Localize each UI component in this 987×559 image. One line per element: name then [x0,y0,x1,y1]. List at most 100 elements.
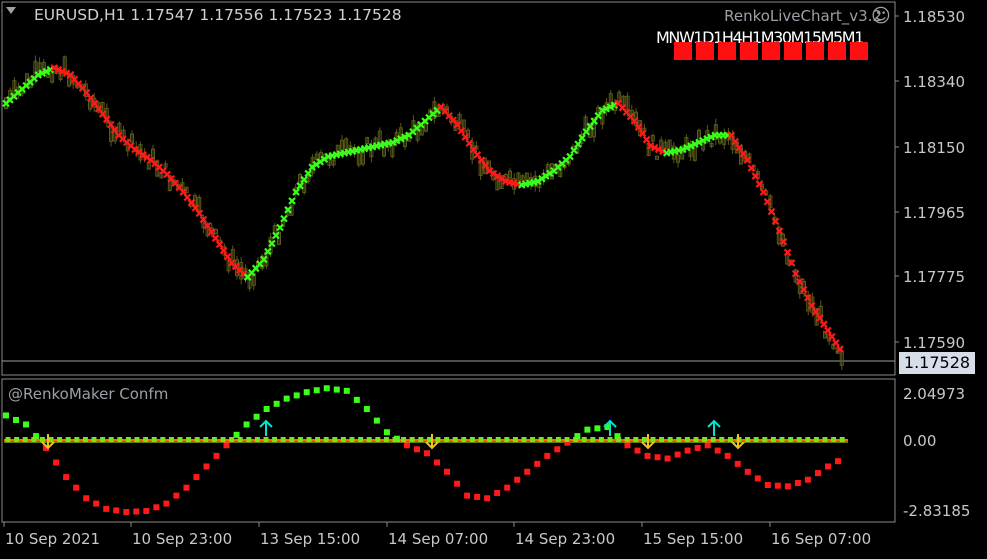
time-label: 10 Sep 2021 [5,530,100,548]
oscillator-point [554,446,561,453]
oscillator-tick: -2.83185 [903,502,970,520]
oscillator-point [133,508,140,515]
zero-level-point [31,437,37,442]
zero-level-point [598,437,604,442]
price-tick: 1.17590 [903,334,965,352]
zero-level-point [392,437,398,442]
renko-marker [465,139,474,148]
time-label: 13 Sep 15:00 [260,530,360,548]
oscillator-point [93,500,100,507]
zero-level-point [607,437,613,442]
oscillator-point [714,447,721,454]
price-tick: 1.18340 [903,73,965,91]
oscillator-point [594,425,601,432]
zero-level-point [297,437,303,442]
price-tick: 1.18530 [903,8,965,26]
zero-level-point [788,437,794,442]
oscillator-point [223,442,230,449]
renko-marker [223,253,232,261]
tf-box-mn [674,42,692,60]
zero-level-point [633,437,639,442]
oscillator-point [794,480,801,487]
zero-level-point [581,437,587,442]
zero-level-point [375,437,381,442]
tf-box-h1 [762,42,780,60]
oscillator-point [253,413,260,420]
zero-level-point [676,437,682,442]
oscillator-point [584,426,591,433]
oscillator-point [193,474,200,481]
oscillator-point [53,459,60,466]
renko-markers-layer [2,64,844,353]
time-label: 14 Sep 23:00 [515,530,615,548]
zero-level-point [667,437,673,442]
zero-level-point [134,437,140,442]
zero-level-point [461,437,467,442]
oscillator-point [524,468,531,475]
zero-level-point [745,437,751,442]
zero-level-point [117,437,123,442]
time-label: 16 Sep 07:00 [771,530,871,548]
zero-level-point [366,437,372,442]
zero-level-point [272,437,278,442]
zero-level-point [469,437,475,442]
oscillator-point [413,446,420,453]
zero-level-point [684,437,690,442]
oscillator-point [544,452,551,459]
oscillator-point [804,476,811,483]
zero-level-point [555,437,561,442]
renko-marker [832,339,840,347]
oscillator-point [243,421,250,428]
oscillator-point [464,492,471,499]
oscillator-tick: 2.04973 [903,385,965,403]
oscillator-point [484,495,491,502]
zero-level-point [246,437,252,442]
zero-level-point [452,437,458,442]
zero-level-point [495,437,501,442]
signal-arrows-layer [41,419,745,450]
chart-stage[interactable]: 1.18530 1.18340 1.18150 1.17965 1.17775 1.175… [0,0,987,555]
oscillator-point [333,386,340,393]
price-axis: 1.18530 1.18340 1.18150 1.17965 1.17775 1.175… [895,8,970,520]
oscillator-point [474,493,481,500]
zero-level-point [143,437,149,442]
oscillator-point [353,396,360,403]
oscillator-point [343,387,350,394]
timeframe-status-boxes [674,42,868,60]
tf-box-w1 [696,42,714,60]
oscillator-point [824,463,831,470]
oscillator-point [83,495,90,502]
renko-marker [820,320,828,328]
zero-level-point [100,437,106,442]
zero-level-point [289,437,295,442]
zero-level-point [435,437,441,442]
tf-box-m30 [784,42,802,60]
zero-level-point [770,437,776,442]
price-tick: 1.17965 [903,204,965,222]
zero-level-point [444,437,450,442]
zero-level-point [521,437,527,442]
zero-level-point [530,437,536,442]
zero-level-point [168,437,174,442]
zero-level-point [796,437,802,442]
renko-marker [211,234,220,242]
oscillator-point [814,470,821,477]
renko-marker [288,197,296,205]
smiley-icon: ☺ [871,5,891,27]
zero-level-point [194,437,200,442]
oscillator-point [694,444,701,451]
zero-level-point [82,437,88,442]
oscillator-point [764,482,771,489]
zero-level-point [349,437,355,442]
zero-level-point [48,437,54,442]
time-label: 10 Sep 23:00 [132,530,232,548]
zero-level-point [616,437,622,442]
collapse-triangle-icon[interactable] [6,7,16,14]
chart-canvas[interactable]: 1.18530 1.18340 1.18150 1.17965 1.17775 1.175… [0,0,987,555]
zero-level-point [822,437,828,442]
zero-level-point [323,437,329,442]
oscillator-point [123,509,130,516]
zero-level-point [306,437,312,442]
renko-marker [828,332,836,341]
oscillator-point [664,455,671,462]
